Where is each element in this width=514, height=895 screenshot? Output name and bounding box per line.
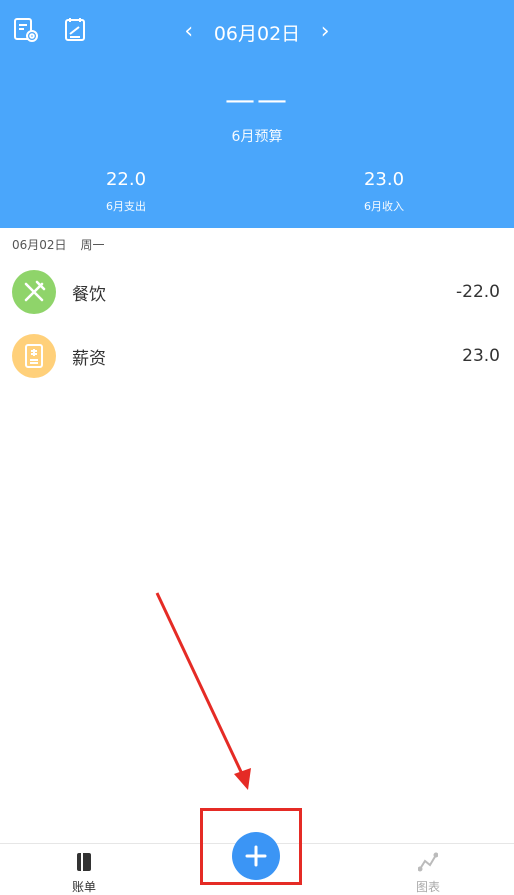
annotation-arrow	[155, 592, 251, 790]
